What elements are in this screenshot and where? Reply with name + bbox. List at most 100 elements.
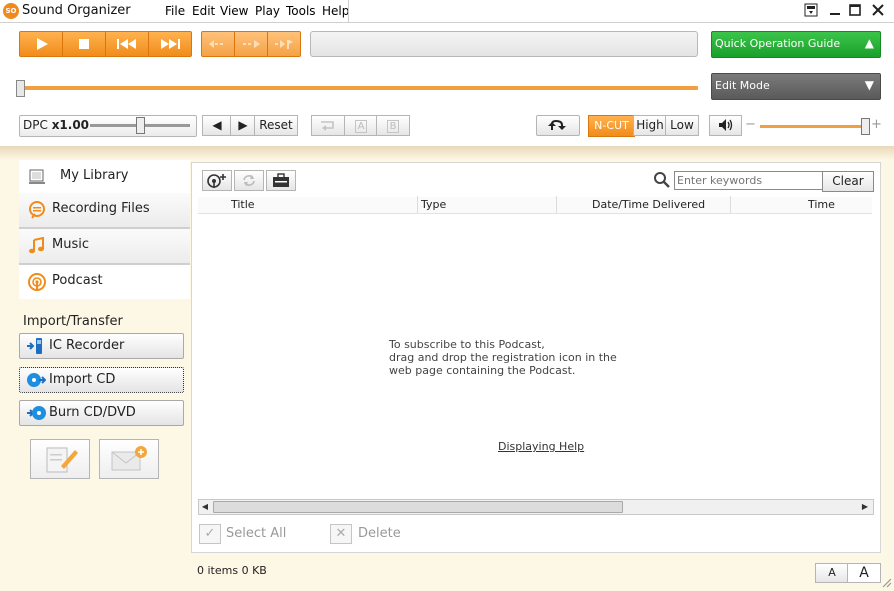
ic-recorder-icon	[26, 338, 44, 354]
burn-cd-dvd-button[interactable]: Burn CD/DVD	[19, 400, 184, 426]
side-button-label: Burn CD/DVD	[49, 405, 136, 420]
quick-operation-guide-button[interactable]: Quick Operation Guide ▲	[711, 31, 881, 58]
column-separator[interactable]	[556, 196, 557, 213]
noise-cut-low-button[interactable]: Low	[665, 115, 699, 136]
volume-plus-icon: +	[871, 117, 882, 132]
volume-slider-handle[interactable]	[861, 118, 870, 135]
nav-tab-my-library[interactable]: My Library	[19, 160, 190, 194]
seek-bar[interactable]	[20, 86, 698, 90]
delete-label[interactable]: Delete	[358, 526, 401, 541]
menu-file[interactable]: File	[165, 4, 185, 18]
volume-slider-track[interactable]	[760, 125, 867, 128]
message-line: drag and drop the registration icon in t…	[389, 351, 617, 364]
dpc-speed-value: x1.00	[51, 118, 90, 132]
mini-mode-icon[interactable]	[802, 3, 820, 19]
column-time[interactable]: Time	[808, 198, 835, 211]
nav-label: Music	[52, 237, 89, 252]
point-b-button[interactable]: B	[376, 115, 410, 136]
empty-podcast-message: To subscribe to this Podcast, drag and d…	[389, 338, 617, 377]
dpc-slider-handle[interactable]	[136, 117, 145, 134]
speaker-icon[interactable]	[709, 115, 742, 136]
podcast-add-icon	[203, 174, 231, 193]
quick-guide-label: Quick Operation Guide	[715, 37, 841, 50]
library-icon	[28, 168, 46, 186]
stop-button[interactable]	[62, 31, 106, 57]
status-text: 0 items 0 KB	[197, 564, 267, 577]
nav-tab-music[interactable]: Music	[19, 229, 190, 265]
dpc-reset-button[interactable]: Reset	[254, 115, 298, 136]
triangle-down-icon: ▼	[864, 78, 874, 92]
previous-button[interactable]	[105, 31, 149, 57]
minimize-icon[interactable]	[826, 3, 844, 19]
menu-play[interactable]: Play	[255, 4, 280, 18]
import-cd-button[interactable]: Import CD	[19, 367, 184, 393]
select-all-label[interactable]: Select All	[226, 526, 286, 541]
scroll-right-icon[interactable]: ▶	[859, 500, 871, 513]
send-mail-button[interactable]	[99, 439, 159, 479]
add-podcast-button[interactable]	[202, 170, 232, 191]
font-size-large-button[interactable]: A	[847, 563, 881, 583]
track-info-display	[310, 31, 698, 57]
point-a-button[interactable]: A	[344, 115, 378, 136]
menu-tools[interactable]: Tools	[286, 4, 316, 18]
menu-edit[interactable]: Edit	[192, 4, 215, 18]
edit-information-button[interactable]	[30, 439, 90, 479]
column-title[interactable]: Title	[231, 198, 255, 211]
app-title: Sound Organizer	[22, 3, 131, 18]
podcast-icon	[28, 273, 46, 291]
select-all-checkbox[interactable]: ✓	[199, 524, 221, 544]
burn-cd-icon	[26, 405, 46, 421]
nav-tab-podcast[interactable]: Podcast	[19, 265, 190, 299]
menu-help[interactable]: Help	[322, 4, 349, 18]
edit-mode-button[interactable]: Edit Mode ▼	[711, 73, 881, 100]
table-header	[198, 197, 872, 214]
nav-tab-recording-files[interactable]: Recording Files	[19, 193, 190, 229]
toolbox-icon	[267, 173, 295, 193]
noise-cut-high-button[interactable]: High	[633, 115, 667, 136]
undo-button[interactable]	[536, 115, 580, 136]
dpc-slower-button[interactable]: ◀	[202, 115, 232, 136]
clear-search-button[interactable]: Clear	[822, 171, 874, 192]
column-separator[interactable]	[730, 196, 731, 213]
mail-add-icon	[100, 446, 158, 481]
nav-label: My Library	[60, 168, 129, 183]
resize-grip-icon[interactable]	[880, 576, 892, 588]
noise-cut-button[interactable]: N-CUT	[588, 115, 635, 137]
triangle-up-icon: ▲	[864, 36, 874, 50]
scroll-left-icon[interactable]: ◀	[199, 500, 211, 513]
menu-divider	[348, 0, 349, 22]
recording-files-icon	[28, 201, 46, 219]
column-type[interactable]: Type	[421, 198, 446, 211]
delete-icon[interactable]: ✕	[330, 524, 352, 544]
message-line: To subscribe to this Podcast,	[389, 338, 545, 351]
volume-minus-icon: −	[745, 117, 756, 132]
search-input[interactable]	[674, 171, 826, 190]
menu-view[interactable]: View	[220, 4, 248, 18]
section-divider	[0, 146, 894, 160]
dpc-name: DPC	[23, 118, 48, 132]
import-cd-icon	[26, 372, 47, 388]
scrollbar-thumb[interactable]	[213, 501, 623, 513]
dpc-faster-button[interactable]: ▶	[230, 115, 256, 136]
ic-recorder-button[interactable]: IC Recorder	[19, 333, 184, 359]
maximize-icon[interactable]	[846, 3, 864, 19]
refresh-icon	[235, 175, 263, 193]
close-icon[interactable]	[869, 3, 887, 19]
podcast-tools-button[interactable]	[266, 170, 296, 191]
app-logo-icon: SO	[3, 3, 19, 19]
edit-mode-label: Edit Mode	[715, 79, 770, 92]
column-date-time-delivered[interactable]: Date/Time Delivered	[592, 198, 705, 211]
seek-handle[interactable]	[16, 80, 25, 97]
repeat-ab-button[interactable]	[311, 115, 345, 136]
play-button[interactable]	[19, 31, 63, 57]
refresh-button[interactable]	[234, 170, 264, 191]
track-mark-back-button[interactable]	[201, 31, 235, 57]
displaying-help-link[interactable]: Displaying Help	[498, 440, 584, 453]
nav-label: Podcast	[52, 273, 103, 288]
track-mark-add-button[interactable]	[267, 31, 301, 57]
font-size-small-button[interactable]: A	[815, 563, 849, 583]
column-separator[interactable]	[417, 196, 418, 213]
next-button[interactable]	[148, 31, 192, 57]
search-icon	[653, 171, 671, 189]
track-mark-forward-button[interactable]	[234, 31, 268, 57]
